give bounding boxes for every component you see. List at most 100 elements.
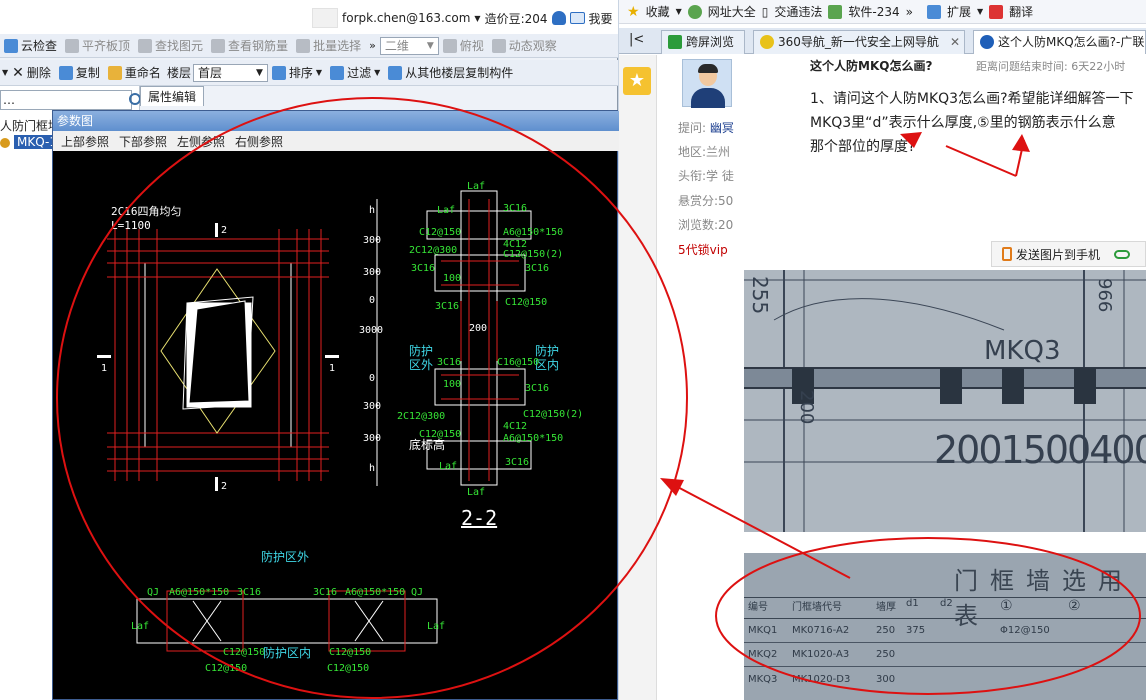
header-cell: d1	[906, 598, 919, 609]
url-directory-button[interactable]: 网址大全	[708, 3, 756, 20]
plan-3c16-left: 3C16	[237, 587, 261, 598]
cell: MKQ1	[748, 625, 778, 636]
attached-photo-table[interactable]: 门框墙选用表 编号 门框墙代号 墙厚 d1 d2 ① ② MKQ1 MK0716…	[744, 553, 1146, 700]
sort-button[interactable]: 排序 ▼	[268, 62, 326, 84]
corner-note: 2C16四角均匀	[111, 205, 182, 218]
cell: MK1020-D3	[792, 673, 851, 685]
orbit-button[interactable]: 动态观察	[488, 35, 561, 57]
photo-mark-200: 200	[796, 390, 817, 425]
account-email[interactable]: forpk.chen@163.com	[342, 11, 470, 25]
dropdown-icon[interactable]: ▼	[0, 68, 8, 77]
tab-360-nav[interactable]: 360导航_新一代安全上网导航 ✕	[753, 30, 965, 54]
section-laf-left: Laf	[437, 205, 455, 216]
plan-view	[136, 590, 438, 652]
question-title: 这个人防MKQ怎么画?	[810, 59, 933, 73]
account-avatar[interactable]	[312, 8, 338, 28]
tab-property-edit[interactable]: 属性编辑	[140, 86, 204, 106]
cad-toolbar-secondary: ▼ ✕ 删除 复制 重命名 楼层 首层 ▼ 排序 ▼ 过滤 ▼ 从其他楼层复制构件	[0, 60, 618, 86]
extension-button[interactable]: 扩展	[947, 3, 971, 20]
view-rebar-button[interactable]: 查看钢筋量	[207, 35, 292, 57]
plan-a6-right: A6@150*150	[345, 587, 405, 598]
chevron-down-icon[interactable]: ▼	[977, 7, 983, 16]
chevron-down-icon[interactable]: ▼	[676, 7, 682, 16]
plan-c12-left2: C12@150	[205, 663, 247, 674]
message-icon[interactable]	[569, 12, 585, 24]
menu-top-ref[interactable]: 上部参照	[61, 133, 109, 150]
delete-button[interactable]: ✕ 删除	[8, 62, 55, 84]
filter-button[interactable]: 过滤 ▼	[326, 62, 384, 84]
cloud-check-button[interactable]: 云检查	[0, 35, 61, 57]
align-slab-button[interactable]: 平齐板顶	[61, 35, 134, 57]
dim-4: 3000	[359, 325, 383, 336]
tab-cross-screen[interactable]: 跨屏浏览	[661, 30, 745, 54]
dim-7: 300	[363, 433, 381, 444]
elevation-view	[107, 229, 329, 481]
overflow-icon[interactable]: »	[365, 39, 380, 52]
want-link[interactable]: 我要	[589, 10, 613, 27]
component-icon	[0, 137, 10, 148]
section-3c16-f: 3C16	[525, 383, 549, 394]
sort-icon	[271, 65, 286, 80]
view-count: 浏览数:20	[678, 218, 734, 232]
rename-button[interactable]: 重命名	[104, 62, 165, 84]
favorites-icon[interactable]: ★	[627, 4, 640, 20]
close-icon[interactable]: ✕	[950, 31, 960, 53]
photo-mkq3-label: MKQ3	[984, 336, 1061, 366]
star-icon[interactable]: ★	[623, 67, 651, 95]
menu-left-ref[interactable]: 左侧参照	[177, 133, 225, 150]
menu-right-ref[interactable]: 右侧参照	[235, 133, 283, 150]
header-cell: 墙厚	[876, 602, 896, 613]
header-cell: ②	[1068, 598, 1081, 614]
menu-bottom-ref[interactable]: 下部参照	[119, 133, 167, 150]
section-mark-right	[325, 355, 339, 358]
send-to-phone-button[interactable]: 发送图片到手机	[1016, 246, 1100, 263]
view-mode-select[interactable]: 二维 ▼	[379, 36, 439, 55]
find-element-button[interactable]: 查找图元	[134, 35, 207, 57]
favorites-button[interactable]: 收藏	[646, 3, 670, 20]
cell: MK0716-A2	[792, 625, 850, 636]
cell: MKQ2	[748, 649, 778, 660]
section-c16: C16@150	[497, 357, 539, 368]
table-row: MKQ2 MK1020-A3 250	[744, 643, 1146, 667]
account-area: forpk.chen@163.com ▼ 造价豆:204 我要	[312, 7, 613, 29]
bell-icon[interactable]	[551, 11, 566, 25]
top-view-button[interactable]: 俯视	[439, 35, 488, 57]
copy-button[interactable]: 复制	[55, 62, 104, 84]
section-laf-bot2: Laf	[467, 487, 485, 498]
section-title: 2-2	[461, 506, 497, 530]
plan-3c16-right: 3C16	[313, 587, 337, 598]
cell: MKQ3	[748, 673, 778, 685]
avatar[interactable]	[682, 59, 732, 108]
section-3c16-c: 3C16	[525, 263, 549, 274]
overflow-icon[interactable]: »	[906, 5, 913, 19]
attached-photo-plan[interactable]: MKQ3 2001500400 255 200 966	[744, 270, 1146, 532]
copy-from-floor-button[interactable]: 从其他楼层复制构件	[384, 62, 517, 84]
floor-select[interactable]: 首层 ▼	[192, 63, 268, 82]
section-label-right: 1	[329, 363, 335, 374]
page-icon: ▯	[761, 4, 769, 19]
section-c12-b: C12@150	[505, 297, 547, 308]
translate-button[interactable]: 翻译	[1009, 3, 1033, 20]
section-3c16-b: 3C16	[411, 263, 435, 274]
rename-icon	[107, 65, 122, 80]
url-directory-icon	[687, 4, 702, 19]
traffic-violation-button[interactable]: 交通违法	[774, 3, 822, 20]
header-cell: 编号	[748, 602, 768, 613]
section-c12-a: C12@150	[419, 227, 461, 238]
photo-dims-label: 2001500400	[934, 428, 1146, 472]
batch-select-button[interactable]: 批量选择	[292, 35, 365, 57]
browser-tab-bar: |< 跨屏浏览 360导航_新一代安全上网导航 ✕ 这个人防MKQ怎么画?-广联	[619, 28, 1146, 54]
dropdown-icon[interactable]: ▼	[474, 14, 480, 23]
binoculars-icon	[138, 38, 153, 53]
software-button[interactable]: 软件-234	[848, 3, 899, 20]
cloud-icon[interactable]	[1114, 249, 1131, 259]
tab-question[interactable]: 这个人防MKQ怎么画?-广联	[973, 30, 1146, 54]
tab-back-icon[interactable]: |<	[629, 32, 644, 47]
cad-drawing-canvas[interactable]: 2C16四角均匀 L=1100 2 2 1 1 h 300 300 0 3000	[57, 151, 613, 700]
chevron-down-icon: ▼	[255, 67, 263, 78]
chevron-down-icon: ▼	[426, 40, 434, 51]
asker-name-link[interactable]: 幽冥	[710, 121, 734, 135]
share-bar: 发送图片到手机	[991, 241, 1146, 267]
section-3c16-g: 3C16	[505, 457, 529, 468]
tree-search-input[interactable]: …	[0, 90, 141, 110]
